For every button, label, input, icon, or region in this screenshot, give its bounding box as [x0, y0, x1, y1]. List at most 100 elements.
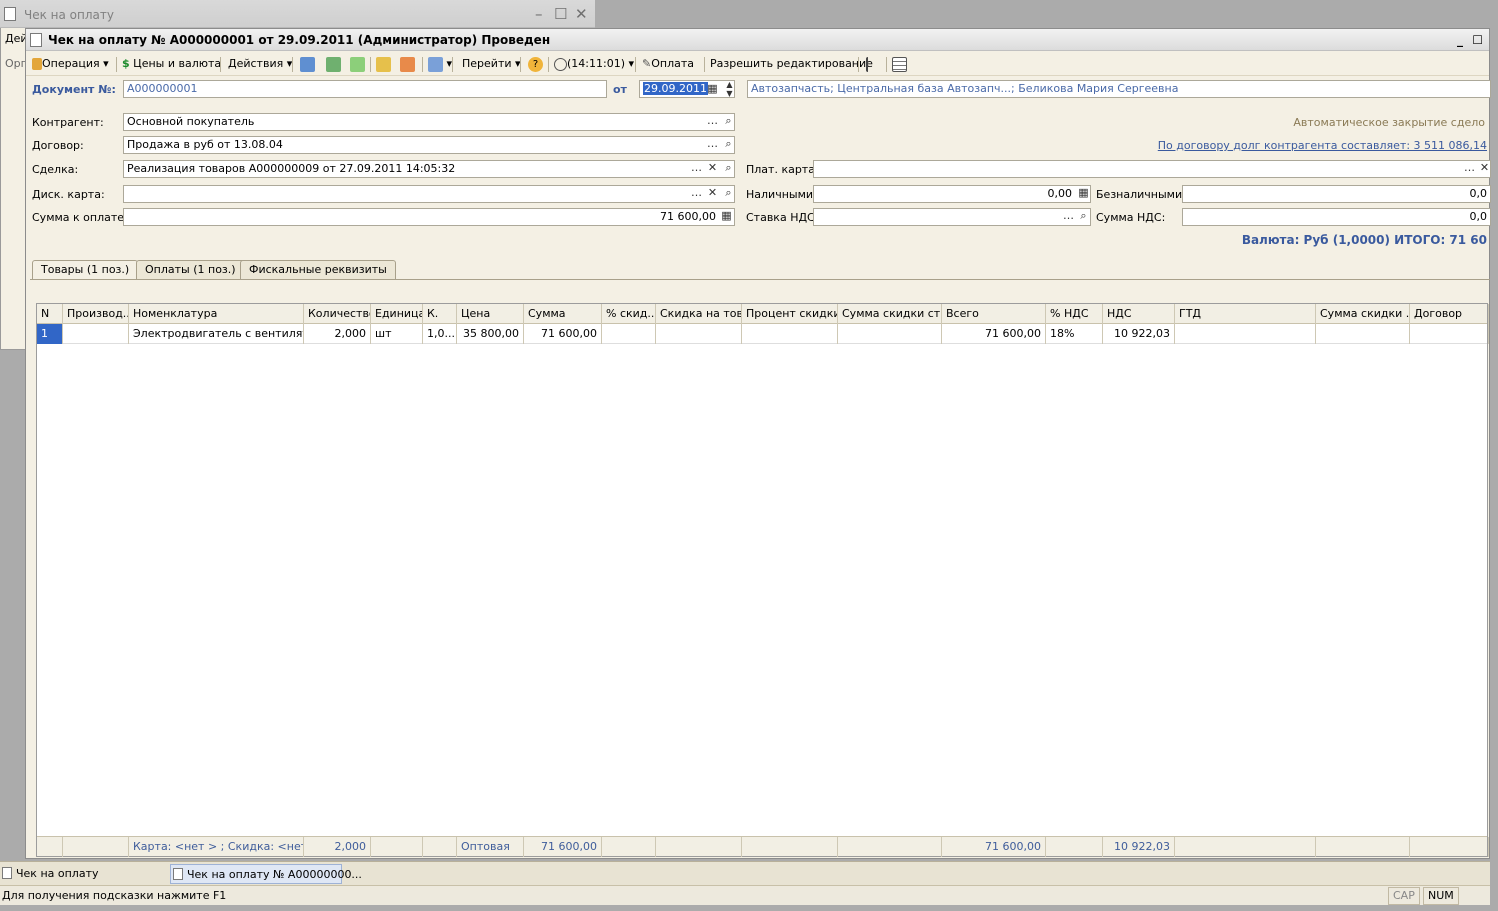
- copy-icon[interactable]: [348, 55, 367, 73]
- deal-field[interactable]: Реализация товаров А000000009 от 27.09.2…: [123, 160, 735, 178]
- maximize-icon[interactable]: ☐: [554, 5, 567, 23]
- side-tab-org[interactable]: Орг: [5, 57, 26, 70]
- column-header[interactable]: ГТД: [1175, 304, 1316, 324]
- operation-button[interactable]: Операция ▾: [30, 55, 111, 73]
- minimize-icon[interactable]: _: [1457, 29, 1463, 51]
- close-icon[interactable]: ✕: [575, 5, 588, 23]
- move-icon[interactable]: [298, 55, 317, 73]
- background-window-title[interactable]: Чек на оплату: [0, 0, 595, 28]
- doc-number-field[interactable]: А000000001: [123, 80, 607, 98]
- date-spin-icon[interactable]: ▲ ▼: [722, 80, 737, 98]
- column-header[interactable]: Количество: [304, 304, 371, 324]
- calculator-icon[interactable]: ▦: [719, 209, 734, 225]
- search-icon[interactable]: ⌕: [721, 137, 736, 153]
- column-header[interactable]: Сумма скидки ...: [1316, 304, 1410, 324]
- tree-icon[interactable]: [864, 55, 880, 73]
- table-cell[interactable]: [742, 324, 838, 344]
- clear-icon[interactable]: ✕: [705, 186, 720, 202]
- tab-payments[interactable]: Оплаты (1 поз.): [136, 260, 245, 279]
- column-header[interactable]: Единица: [371, 304, 423, 324]
- table-cell[interactable]: [1175, 324, 1316, 344]
- calendar-icon[interactable]: ▦: [705, 82, 720, 98]
- table-cell[interactable]: 35 800,00: [457, 324, 524, 344]
- select-icon[interactable]: …: [705, 114, 720, 130]
- search-icon[interactable]: ⌕: [721, 161, 736, 177]
- task-item-active[interactable]: Чек на оплату № А00000000...: [170, 864, 362, 884]
- help-icon[interactable]: ?: [526, 55, 545, 73]
- column-header[interactable]: Номенклатура: [129, 304, 304, 324]
- vat-rate-field[interactable]: [813, 208, 1091, 226]
- vat-sum-field[interactable]: 0,0: [1182, 208, 1491, 226]
- structure-icon[interactable]: ▾: [426, 55, 454, 73]
- prices-currency-button[interactable]: $ Цены и валюта: [120, 55, 223, 73]
- tab-fiscal[interactable]: Фискальные реквизиты: [240, 260, 396, 279]
- column-header[interactable]: Процент скидки...: [742, 304, 838, 324]
- column-header[interactable]: К.: [423, 304, 457, 324]
- list-icon[interactable]: [890, 55, 909, 73]
- table-cell[interactable]: 2,000: [304, 324, 371, 344]
- table-cell[interactable]: шт: [371, 324, 423, 344]
- refresh-icon[interactable]: [324, 55, 343, 73]
- noncash-field[interactable]: 0,0: [1182, 185, 1491, 203]
- column-header[interactable]: Сумма: [524, 304, 602, 324]
- select-icon[interactable]: …: [1061, 209, 1076, 225]
- task-item[interactable]: Чек на оплату: [0, 864, 168, 884]
- sum-field[interactable]: 71 600,00: [123, 208, 735, 226]
- minimize-icon[interactable]: –: [535, 5, 543, 23]
- cash-field[interactable]: 0,00: [813, 185, 1091, 203]
- table-cell[interactable]: [63, 324, 129, 344]
- column-header[interactable]: Производ...: [63, 304, 129, 324]
- tab-goods[interactable]: Товары (1 поз.): [32, 260, 139, 280]
- org-info-field[interactable]: Автозапчасть; Центральная база Автозапч.…: [747, 80, 1491, 98]
- table-cell[interactable]: [838, 324, 942, 344]
- document-icon: [173, 868, 183, 880]
- actions-button[interactable]: Действия ▾: [226, 55, 294, 73]
- clear-icon[interactable]: ✕: [705, 161, 720, 177]
- goods-table[interactable]: N Производ... Номенклатура Количество Ед…: [36, 303, 1489, 857]
- table-cell[interactable]: 1: [37, 324, 63, 344]
- pay-card-field[interactable]: [813, 160, 1491, 178]
- select-icon[interactable]: …: [689, 186, 704, 202]
- debt-link[interactable]: По договору долг контрагента составляет:…: [1158, 139, 1487, 152]
- search-icon[interactable]: ⌕: [721, 186, 736, 202]
- table-cell[interactable]: 71 600,00: [942, 324, 1046, 344]
- clear-icon[interactable]: ✕: [1477, 161, 1492, 177]
- column-header[interactable]: Скидка на тов...: [656, 304, 742, 324]
- column-header[interactable]: % скид...: [602, 304, 656, 324]
- select-icon[interactable]: …: [689, 161, 704, 177]
- calculator-icon[interactable]: ▦: [1076, 186, 1091, 202]
- time-button[interactable]: (14:11:01) ▾: [552, 55, 636, 73]
- disc-card-field[interactable]: [123, 185, 735, 203]
- select-icon[interactable]: …: [705, 137, 720, 153]
- search-icon[interactable]: ⌕: [721, 114, 736, 130]
- table-cell[interactable]: 71 600,00: [524, 324, 602, 344]
- export-icon[interactable]: [398, 55, 417, 73]
- table-cell[interactable]: 10 922,03: [1103, 324, 1175, 344]
- column-header[interactable]: % НДС: [1046, 304, 1103, 324]
- import-icon[interactable]: [374, 55, 393, 73]
- window-title-bar[interactable]: Чек на оплату № А000000001 от 29.09.2011…: [26, 29, 1489, 51]
- column-header[interactable]: Цена: [457, 304, 524, 324]
- table-cell[interactable]: [656, 324, 742, 344]
- goto-button[interactable]: Перейти ▾: [460, 55, 523, 73]
- search-icon[interactable]: ⌕: [1076, 209, 1091, 225]
- contractor-field[interactable]: Основной покупатель: [123, 113, 735, 131]
- select-icon[interactable]: …: [1462, 161, 1477, 177]
- table-cell[interactable]: [1316, 324, 1410, 344]
- column-header[interactable]: НДС: [1103, 304, 1175, 324]
- column-header[interactable]: Сумма скидки ст...: [838, 304, 942, 324]
- payment-button[interactable]: ✎Оплата: [640, 55, 696, 73]
- table-cell[interactable]: 1,0...: [423, 324, 457, 344]
- date-field[interactable]: 29.09.2011: [639, 80, 735, 98]
- contract-field[interactable]: Продажа в руб от 13.08.04: [123, 136, 735, 154]
- table-row[interactable]: 1 Электродвигатель с вентилято... 2,000 …: [37, 324, 1489, 344]
- table-cell[interactable]: [602, 324, 656, 344]
- column-header[interactable]: Договор: [1410, 304, 1489, 324]
- column-header[interactable]: Всего: [942, 304, 1046, 324]
- table-cell[interactable]: [1410, 324, 1489, 344]
- maximize-icon[interactable]: ☐: [1472, 29, 1483, 51]
- table-cell[interactable]: 18%: [1046, 324, 1103, 344]
- table-cell[interactable]: Электродвигатель с вентилято...: [129, 324, 304, 344]
- allow-edit-button[interactable]: Разрешить редактирование: [708, 55, 875, 73]
- column-header[interactable]: N: [37, 304, 63, 324]
